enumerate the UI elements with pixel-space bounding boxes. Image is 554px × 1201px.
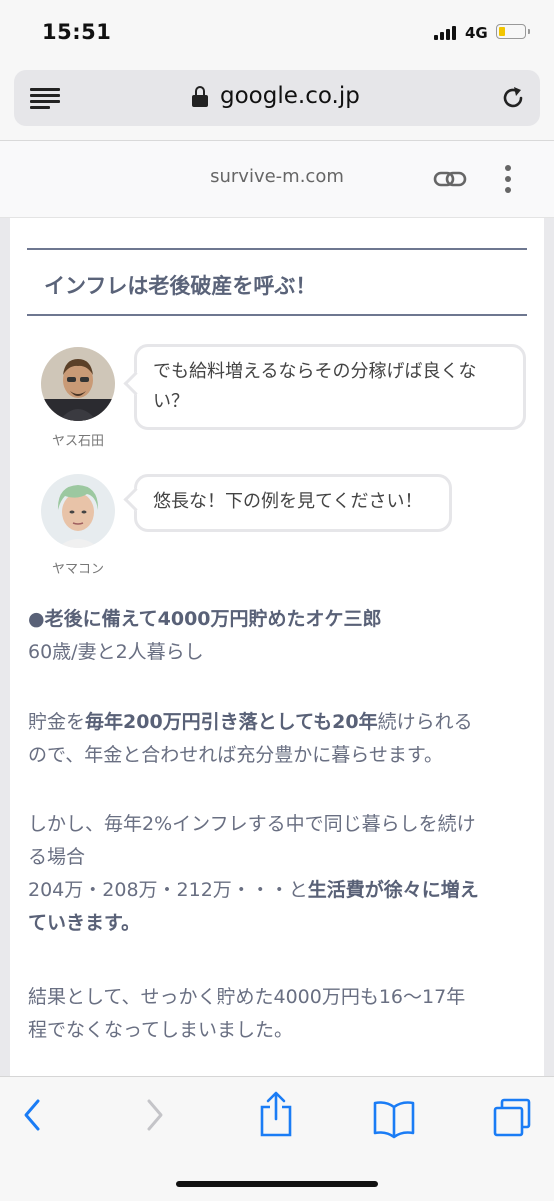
paragraph-line: 貯金を毎年200万円引き落としても20年続けられる — [28, 706, 538, 739]
paragraph-line: 60歳/妻と2人暮らし — [28, 641, 204, 663]
bottom-toolbar — [0, 1076, 554, 1201]
text-run: 続けられる — [377, 711, 473, 733]
paragraph-line: ので、年金と合わせれば充分豊かに暮らせます。 — [28, 744, 443, 766]
section-heading: インフレは老後破産を呼ぶ！ — [27, 248, 527, 316]
back-icon[interactable] — [20, 1095, 44, 1135]
tabs-icon[interactable] — [492, 1097, 532, 1139]
paragraph: 貯金を毎年200万円引き落としても20年続けられる ので、年金と合わせれば充分豊… — [28, 706, 538, 772]
bookmarks-icon[interactable] — [372, 1099, 416, 1139]
lock-icon — [192, 86, 208, 108]
text-run: 貯金を — [28, 711, 86, 733]
subheading: ●老後に備えて4000万円貯めたオケ三郎 — [28, 608, 382, 630]
speech-line: い？ — [153, 391, 189, 412]
forward-icon[interactable] — [143, 1095, 167, 1135]
browser-chrome: google.co.jp — [0, 62, 554, 141]
content-area: インフレは老後破産を呼ぶ！ ヤス石田 でも給料増えるならその分稼げば良くな い？ — [0, 218, 554, 1076]
site-name: survive-m.com — [210, 166, 344, 187]
address-bar[interactable]: google.co.jp — [14, 70, 540, 126]
address-domain[interactable]: google.co.jp — [220, 83, 360, 109]
avatar-name: ヤマコン — [51, 562, 104, 577]
network-type: 4G — [465, 24, 488, 42]
paragraph: 結果として、せっかく貯めた4000万円も16〜17年 程でなくなってしまいました… — [28, 981, 538, 1047]
speech-bubble: 悠長な！下の例を見てください！ — [123, 474, 452, 532]
battery-icon — [496, 24, 530, 39]
signal-icon — [434, 26, 456, 40]
emphasis: ていきます。 — [28, 912, 141, 934]
emphasis: 毎年200万円引き落としても20年 — [85, 711, 378, 733]
paragraph-line: る場合 — [28, 846, 86, 868]
paragraph-line: 204万・208万・212万・・・と生活費が徐々に増え — [28, 874, 538, 907]
site-header: survive-m.com — [0, 141, 554, 218]
paragraph-line: 結果として、せっかく貯めた4000万円も16〜17年 — [28, 986, 466, 1008]
share-icon[interactable] — [258, 1091, 294, 1137]
paragraph-line: しかし、毎年2%インフレする中で同じ暮らしを続け — [28, 813, 476, 835]
paragraph: ●老後に備えて4000万円貯めたオケ三郎 60歳/妻と2人暮らし — [28, 603, 538, 669]
reader-icon[interactable] — [30, 88, 60, 109]
status-time: 15:51 — [42, 20, 112, 44]
speech-line: でも給料増えるならその分稼げば良くな — [153, 361, 477, 382]
more-icon[interactable] — [503, 165, 513, 195]
text-run: 204万・208万・212万・・・と — [28, 879, 308, 901]
speech-line: 悠長な！下の例を見てください！ — [153, 491, 423, 512]
speech-bubble: でも給料増えるならその分稼げば良くな い？ — [123, 344, 526, 430]
paragraph-line: 程でなくなってしまいました。 — [28, 1019, 294, 1041]
status-bar: 15:51 4G — [0, 0, 554, 62]
paragraph: しかし、毎年2%インフレする中で同じ暮らしを続け る場合 204万・208万・2… — [28, 808, 538, 940]
link-icon[interactable] — [432, 166, 468, 192]
heading-text: インフレは老後破産を呼ぶ！ — [44, 274, 317, 298]
avatar-yasu-ishida — [41, 347, 115, 421]
avatar-yamakon — [41, 474, 115, 548]
article: インフレは老後破産を呼ぶ！ ヤス石田 でも給料増えるならその分稼げば良くな い？ — [10, 218, 544, 1076]
avatar-name: ヤス石田 — [51, 434, 104, 449]
reload-icon[interactable] — [499, 84, 527, 112]
emphasis: 生活費が徐々に増え — [307, 879, 479, 901]
home-indicator — [176, 1181, 378, 1187]
